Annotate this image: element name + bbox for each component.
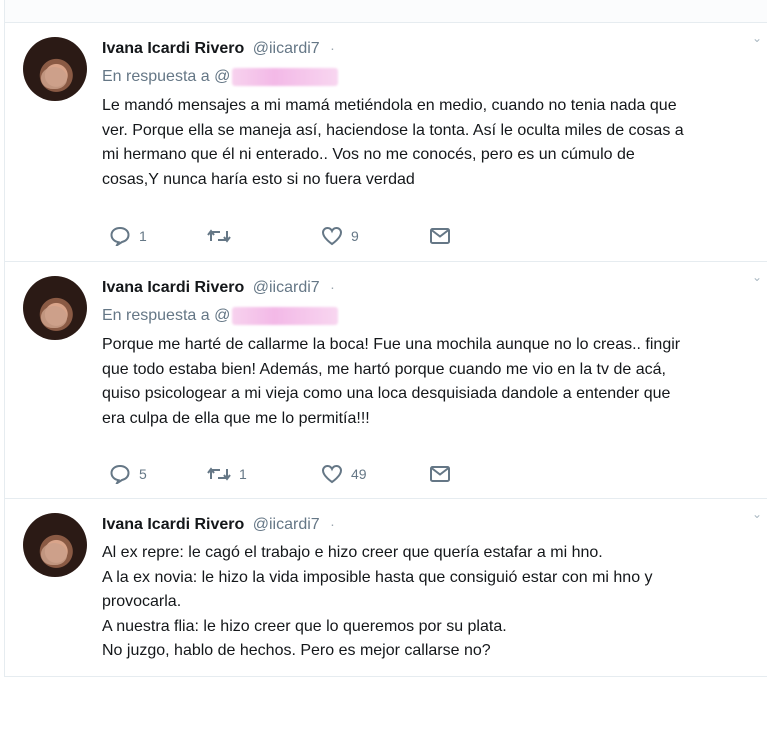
tweet-actions: 1 9 bbox=[109, 225, 469, 247]
censored-handle bbox=[232, 67, 339, 86]
heart-icon bbox=[321, 226, 343, 246]
tweet[interactable]: ⌄ Ivana Icardi Rivero @iicardi7 · En res… bbox=[5, 262, 767, 499]
tweet-thread: ⌄ Ivana Icardi Rivero @iicardi7 · En res… bbox=[4, 0, 767, 677]
author-name[interactable]: Ivana Icardi Rivero bbox=[102, 40, 244, 57]
retweet-button[interactable] bbox=[207, 225, 239, 247]
tweet-text-line: Al ex repre: le cagó el trabajo e hizo c… bbox=[102, 544, 603, 561]
reply-button[interactable]: 5 bbox=[109, 463, 147, 485]
direct-message-button[interactable] bbox=[429, 225, 451, 247]
author-name[interactable]: Ivana Icardi Rivero bbox=[102, 279, 244, 296]
tweet-text: Porque me harté de callarme la boca! Fue… bbox=[102, 333, 767, 431]
tweet-text-line: No juzgo, hablo de hechos. Pero es mejor… bbox=[102, 642, 491, 659]
separator-dot: · bbox=[330, 516, 335, 532]
tweet-text-line: Le mandó mensajes a mi mamá metiéndola e… bbox=[102, 97, 677, 114]
like-button[interactable]: 9 bbox=[321, 225, 359, 247]
tweet-text-line: A nuestra flia: le hizo creer que lo que… bbox=[102, 617, 507, 635]
tweet-text: Al ex repre: le cagó el trabajo e hizo c… bbox=[102, 541, 767, 664]
tweet-text-line: mi hermano que él ni enterado.. Vos no m… bbox=[102, 146, 635, 163]
envelope-icon bbox=[430, 466, 450, 482]
avatar[interactable] bbox=[23, 513, 87, 577]
like-button[interactable]: 49 bbox=[321, 463, 367, 485]
tweet-text-line: provocarla. bbox=[102, 593, 182, 610]
like-count: 49 bbox=[351, 466, 367, 482]
retweet-icon bbox=[207, 467, 231, 481]
tweet-text: Le mandó mensajes a mi mamá metiéndola e… bbox=[102, 94, 767, 192]
reply-bubble-icon bbox=[110, 464, 130, 484]
reply-handle[interactable]: @ bbox=[214, 307, 230, 324]
retweet-button[interactable]: 1 bbox=[207, 463, 247, 485]
reply-prefix: En respuesta a bbox=[102, 307, 210, 324]
tweet-header: Ivana Icardi Rivero @iicardi7 · bbox=[102, 513, 767, 535]
tweet-text-line: que todo estaba bien! Además, me hartó p… bbox=[102, 360, 666, 378]
tweet-header: Ivana Icardi Rivero @iicardi7 · bbox=[102, 37, 767, 59]
previous-tweet-edge bbox=[5, 0, 767, 23]
retweet-count: 1 bbox=[239, 466, 247, 482]
tweet-header: Ivana Icardi Rivero @iicardi7 · bbox=[102, 276, 767, 298]
avatar[interactable] bbox=[23, 37, 87, 101]
retweet-icon bbox=[207, 229, 231, 243]
like-count: 9 bbox=[351, 228, 359, 244]
separator-dot: · bbox=[330, 279, 335, 295]
direct-message-button[interactable] bbox=[429, 463, 451, 485]
reply-bubble-icon bbox=[110, 226, 130, 246]
heart-icon bbox=[321, 464, 343, 484]
tweet-text-line: ver. Porque ella se maneja así, haciendo… bbox=[102, 121, 684, 139]
author-handle[interactable]: @iicardi7 bbox=[253, 40, 320, 57]
author-name[interactable]: Ivana Icardi Rivero bbox=[102, 516, 244, 533]
tweet-text-line: cosas,Y nunca haría esto si no fuera ver… bbox=[102, 170, 415, 188]
tweet-text-line: quiso psicologear a mi vieja como una lo… bbox=[102, 385, 671, 402]
reply-prefix: En respuesta a bbox=[102, 68, 210, 85]
avatar[interactable] bbox=[23, 276, 87, 340]
separator-dot: · bbox=[330, 40, 335, 56]
reply-button[interactable]: 1 bbox=[109, 225, 147, 247]
envelope-icon bbox=[430, 228, 450, 244]
tweet-actions: 5 1 49 bbox=[109, 463, 469, 485]
tweet-text-line: era culpa de ella que me lo permitía!!! bbox=[102, 409, 370, 427]
tweet-text-line: Porque me harté de callarme la boca! Fue… bbox=[102, 336, 681, 353]
reply-count: 1 bbox=[139, 228, 147, 244]
tweet-text-line: A la ex novia: le hizo la vida imposible… bbox=[102, 568, 653, 586]
tweet[interactable]: ⌄ Ivana Icardi Rivero @iicardi7 · En res… bbox=[5, 23, 767, 262]
reply-context: En respuesta a @ bbox=[102, 66, 767, 88]
reply-count: 5 bbox=[139, 466, 147, 482]
reply-handle[interactable]: @ bbox=[214, 68, 230, 85]
reply-context: En respuesta a @ bbox=[102, 305, 767, 327]
author-handle[interactable]: @iicardi7 bbox=[253, 516, 320, 533]
censored-handle bbox=[232, 306, 339, 325]
tweet[interactable]: ⌄ Ivana Icardi Rivero @iicardi7 · Al ex … bbox=[5, 499, 767, 676]
author-handle[interactable]: @iicardi7 bbox=[253, 279, 320, 296]
